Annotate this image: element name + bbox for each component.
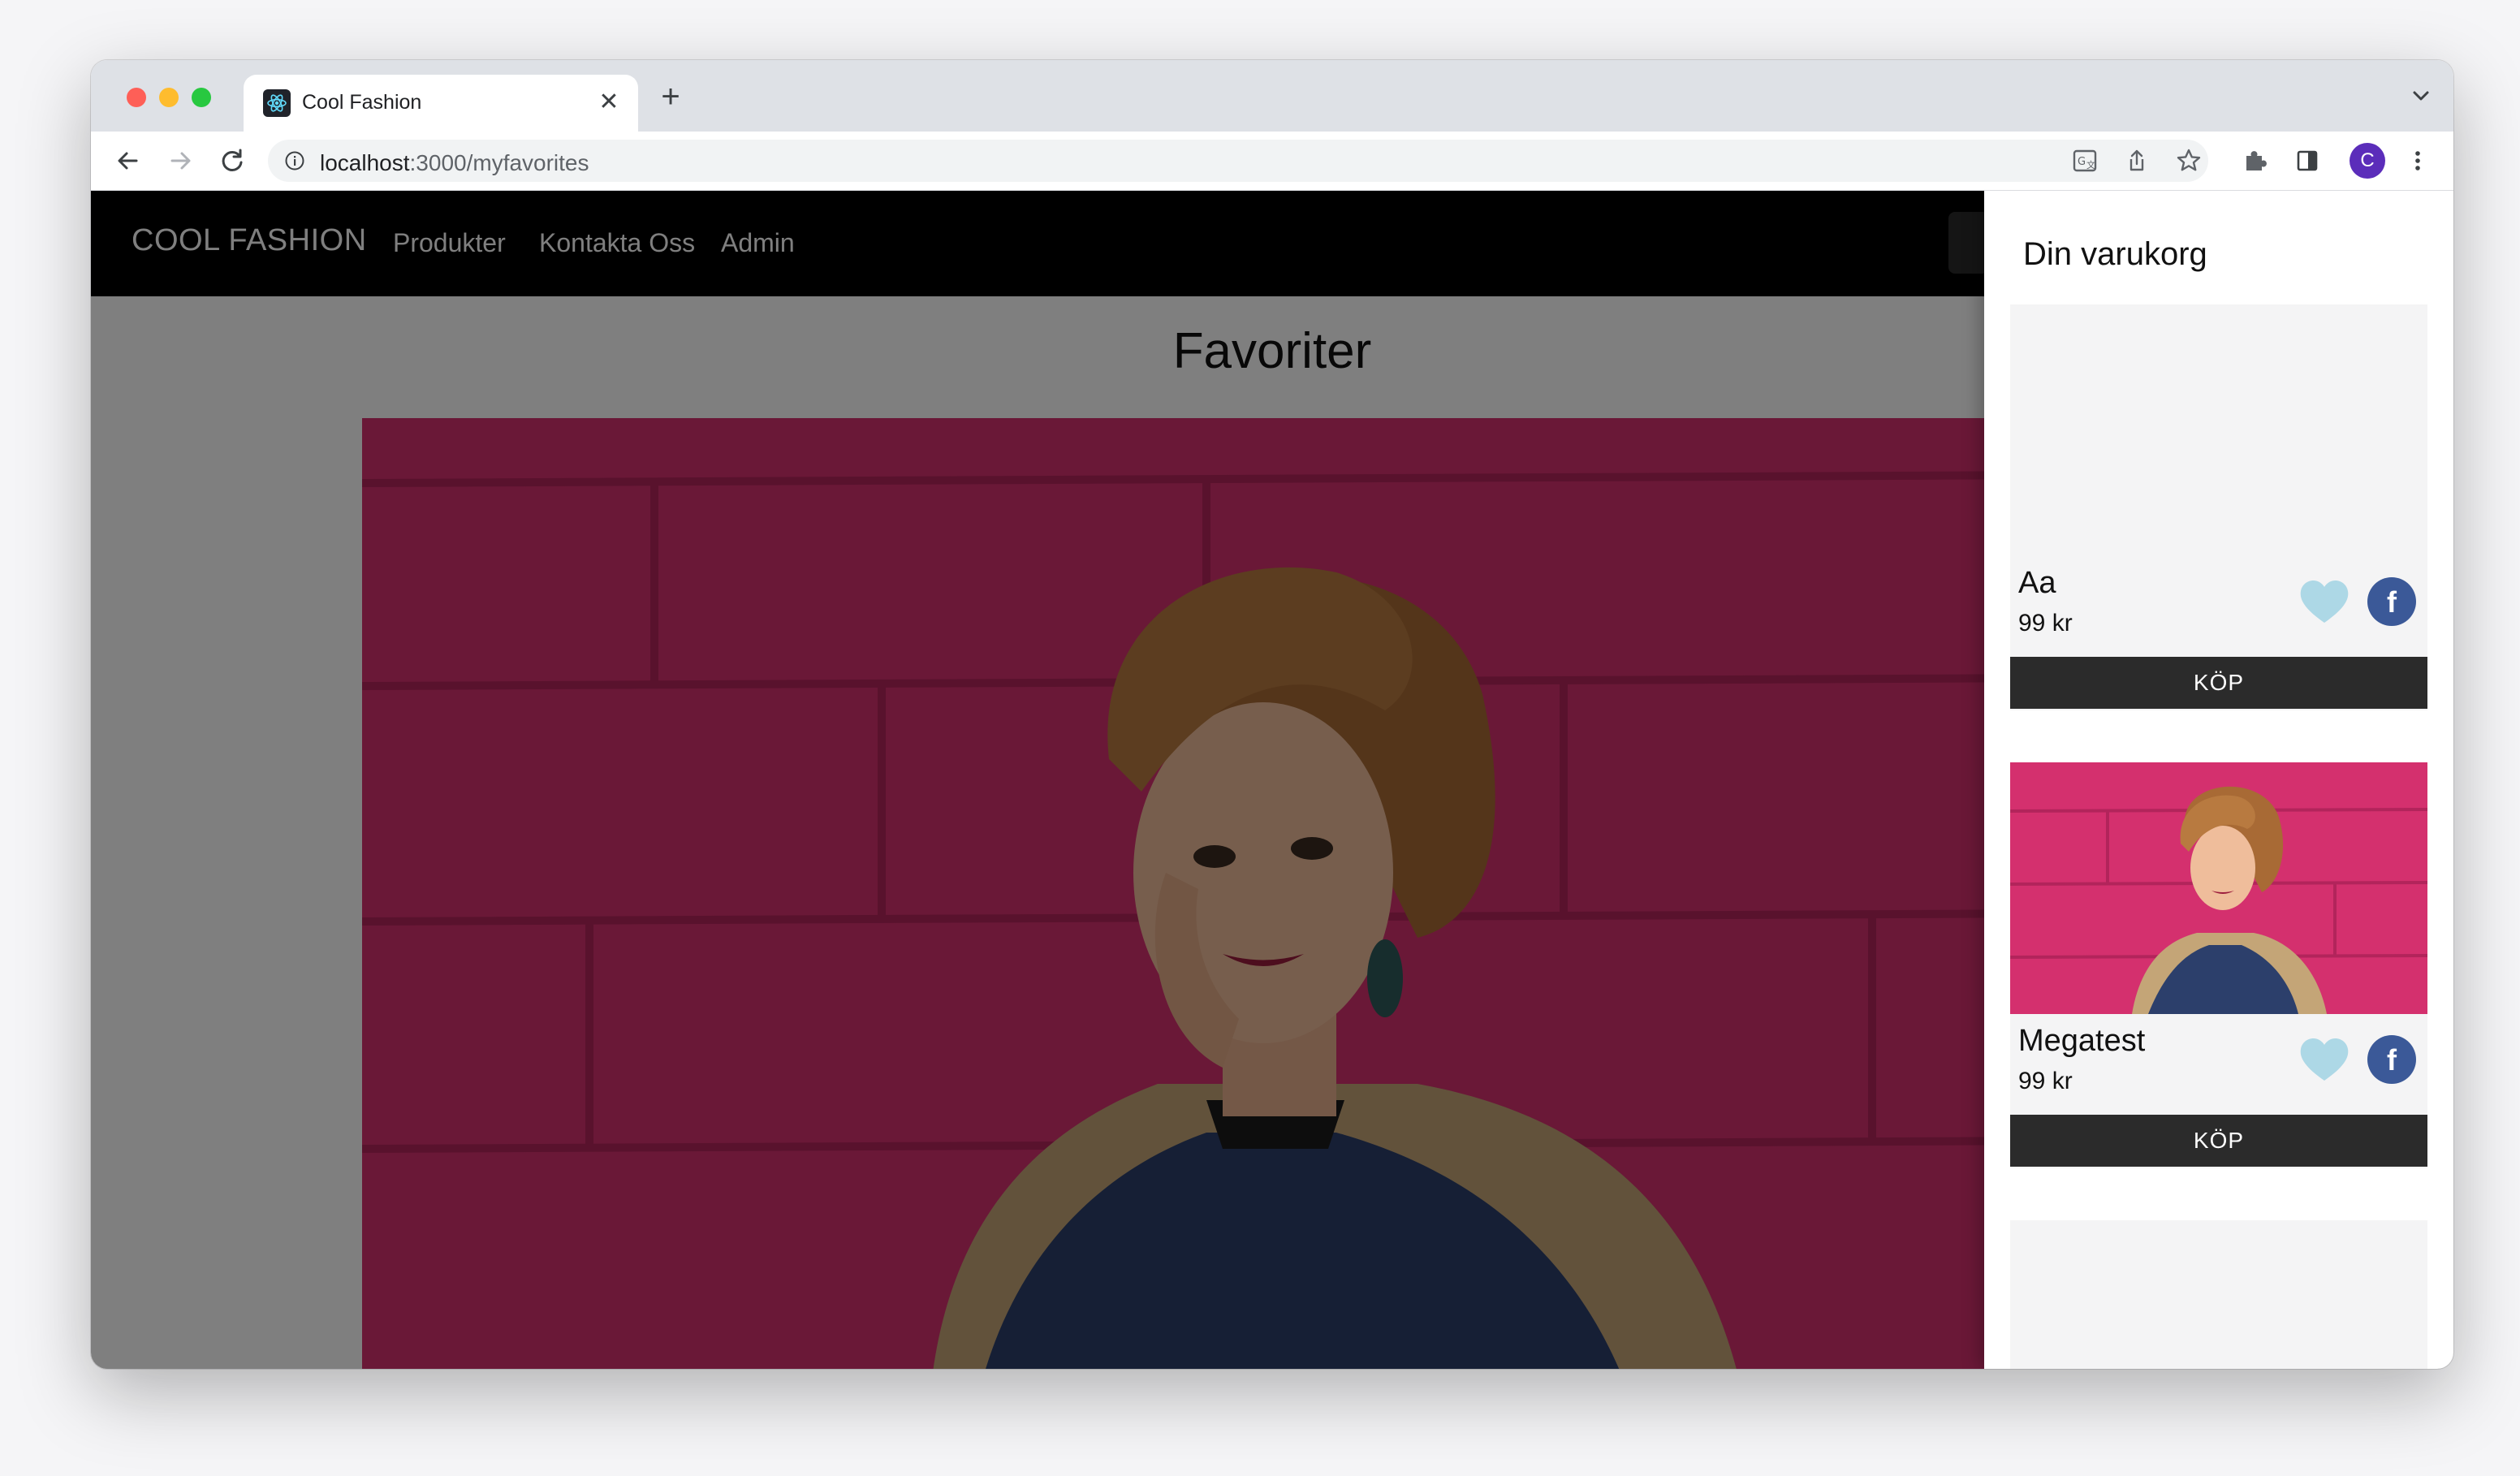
react-logo-icon	[263, 89, 291, 117]
cart-item-name: Aa	[2018, 566, 2056, 600]
url-host: localhost	[320, 150, 410, 175]
close-window-button[interactable]	[127, 88, 146, 107]
address-bar[interactable]: localhost:3000/myfavorites	[268, 140, 2208, 182]
browser-toolbar: localhost:3000/myfavorites G文 C	[91, 132, 2453, 191]
cart-item-card-partial	[2010, 1220, 2427, 1369]
browser-tab[interactable]: Cool Fashion ✕	[244, 75, 638, 132]
tab-strip: Cool Fashion ✕ +	[91, 60, 2453, 132]
reload-icon[interactable]	[214, 143, 250, 179]
forward-arrow-icon[interactable]	[162, 143, 198, 179]
facebook-share-icon[interactable]: f	[2367, 1035, 2416, 1084]
minimize-window-button[interactable]	[159, 88, 179, 107]
tab-search-chevron-icon[interactable]	[2405, 80, 2437, 112]
extensions-puzzle-icon[interactable]	[2239, 145, 2272, 177]
drawer-title: Din varukorg	[2023, 236, 2207, 272]
cart-item-price: 99 kr	[2018, 610, 2073, 637]
site-info-icon[interactable]	[284, 150, 305, 171]
tab-close-icon[interactable]: ✕	[594, 86, 624, 119]
cart-item-image-placeholder	[2010, 304, 2427, 556]
browser-window: Cool Fashion ✕ + localhost:3000/myfavori…	[91, 60, 2453, 1369]
back-arrow-icon[interactable]	[110, 143, 146, 179]
cart-item-card: Aa 99 kr f KÖP	[2010, 304, 2427, 710]
bookmark-star-icon[interactable]	[2173, 145, 2205, 177]
cart-item-card: Megatest 99 kr f KÖP	[2009, 762, 2428, 1168]
url-path: :3000/myfavorites	[409, 150, 589, 175]
buy-button[interactable]: KÖP	[2010, 657, 2427, 709]
cart-drawer: Din varukorg Aa 99 kr f KÖP Megatest 99 …	[1984, 191, 2453, 1369]
cart-item-price: 99 kr	[2018, 1068, 2073, 1094]
side-panel-icon[interactable]	[2291, 145, 2324, 177]
svg-text:G: G	[2078, 156, 2086, 168]
tab-title: Cool Fashion	[302, 91, 422, 114]
facebook-share-icon[interactable]: f	[2367, 577, 2416, 626]
share-icon[interactable]	[2121, 145, 2153, 177]
svg-text:文: 文	[2086, 159, 2095, 170]
page-content: COOL FASHION Produkter Kontakta Oss Admi…	[91, 191, 2453, 1369]
new-tab-button[interactable]: +	[653, 80, 688, 115]
heart-icon[interactable]	[2298, 577, 2351, 626]
url-text: localhost:3000/myfavorites	[320, 150, 589, 176]
cart-item-name: Megatest	[2018, 1024, 2146, 1058]
cart-item-image	[2009, 762, 2428, 1014]
translate-icon[interactable]: G文	[2069, 145, 2101, 177]
profile-avatar[interactable]: C	[2350, 143, 2385, 179]
buy-button[interactable]: KÖP	[2010, 1115, 2427, 1167]
maximize-window-button[interactable]	[192, 88, 211, 107]
more-menu-icon[interactable]	[2401, 145, 2434, 177]
heart-icon[interactable]	[2298, 1035, 2351, 1084]
